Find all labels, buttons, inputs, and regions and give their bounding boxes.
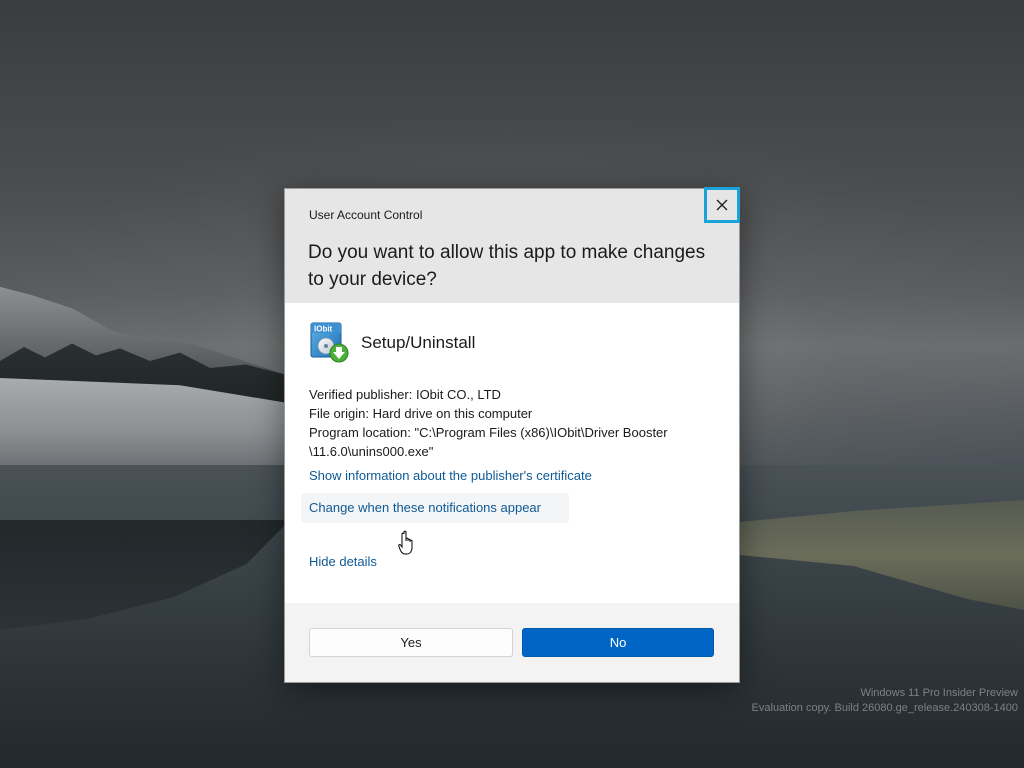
close-button[interactable] [704,187,740,223]
program-location: Program location: "C:\Program Files (x86… [309,425,668,440]
watermark-build: Evaluation copy. Build 26080.ge_release.… [751,702,1018,714]
app-name: Setup/Uninstall [361,333,476,352]
no-button[interactable]: No [522,628,714,657]
app-info: IObit Setup/Uninstall [309,322,475,364]
program-location-cont: \11.6.0\unins000.exe" [309,444,434,459]
installer-icon: IObit [309,322,349,364]
yes-button[interactable]: Yes [309,628,513,657]
installer-icon-label: IObit [314,325,333,334]
dialog-header: User Account Control Do you want to allo… [285,189,739,303]
windows-watermark: Windows 11 Pro Insider Preview Evaluatio… [752,686,1018,716]
uac-question: Do you want to allow this app to make ch… [308,242,706,290]
hand-cursor-icon [398,530,413,555]
file-origin: File origin: Hard drive on this computer [309,406,533,421]
dialog-title: User Account Control [309,208,423,222]
close-icon [716,199,728,211]
verified-publisher: Verified publisher: IObit CO., LTD [309,387,501,402]
certificate-link[interactable]: Show information about the publisher's c… [309,468,592,483]
uac-dialog: User Account Control Do you want to allo… [284,187,740,683]
dialog-footer: Yes No [285,603,739,682]
watermark-edition: Windows 11 Pro Insider Preview [860,687,1018,699]
hide-details-link[interactable]: Hide details [309,554,377,569]
app-details: Verified publisher: IObit CO., LTD File … [309,385,719,461]
notifications-link[interactable]: Change when these notifications appear [309,500,541,515]
